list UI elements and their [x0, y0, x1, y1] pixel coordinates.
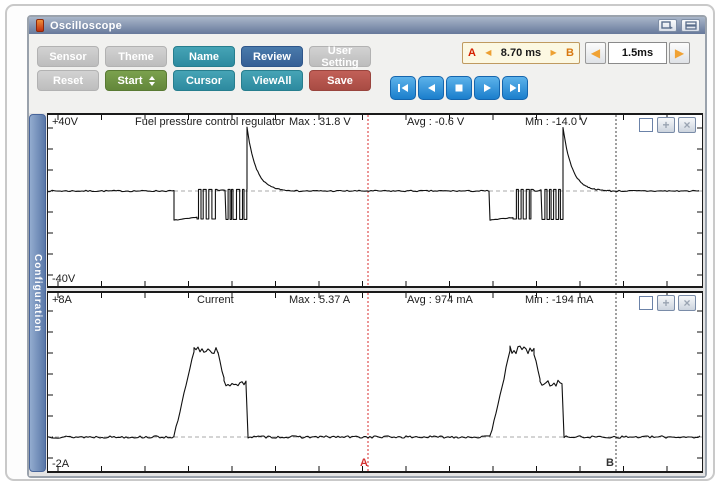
tile-windows-button[interactable]: [681, 19, 700, 32]
configuration-tab[interactable]: Configuration: [29, 114, 46, 472]
channel-2-min: Min : -194 mA: [525, 294, 593, 306]
left-arrow-icon: ◀: [591, 47, 600, 59]
transport-controls: [390, 76, 528, 100]
channel-2-bottom-scale: -2A: [52, 458, 69, 470]
skip-end-icon: [506, 81, 524, 95]
channel-2-top-scale: +8A: [52, 294, 72, 306]
popout-window-icon: [661, 21, 674, 30]
start-button[interactable]: Start: [105, 70, 167, 91]
save-button[interactable]: Save: [309, 70, 371, 91]
channel-1-title: Fuel pressure control regulator: [135, 116, 285, 128]
channel-1-min: Min : -14.0 V: [525, 116, 587, 128]
channel-1-panel: +40V Fuel pressure control regulator Max…: [47, 113, 703, 288]
channel-2-avg: Avg : 974 mA: [407, 294, 473, 306]
cursor-a-label[interactable]: A: [360, 457, 368, 469]
reset-button[interactable]: Reset: [37, 70, 99, 91]
step-back-button[interactable]: [418, 76, 444, 100]
play-backward-icon: [422, 81, 440, 95]
channel-1-top-scale: +40V: [52, 116, 78, 128]
cursor-b-label[interactable]: B: [606, 457, 614, 469]
channel-2-title: Current: [197, 294, 234, 306]
viewall-button[interactable]: ViewAll: [241, 70, 303, 91]
timebase-increase-button[interactable]: ▶: [669, 42, 690, 64]
channel-1-max: Max : 31.8 V: [289, 116, 351, 128]
skip-to-end-button[interactable]: [502, 76, 528, 100]
start-spinner-icon: [149, 76, 155, 86]
stop-icon: [450, 81, 468, 95]
channel-2-close-button[interactable]: ×: [678, 295, 696, 311]
channel-2-max: Max : 5.37 A: [289, 294, 350, 306]
start-button-label: Start: [117, 75, 142, 87]
channel-1-select-checkbox[interactable]: [639, 118, 653, 132]
oscilloscope-window: Oscilloscope Sensor Theme Name Review Us…: [27, 15, 707, 478]
timebase-value: 1.5ms: [608, 42, 667, 64]
ab-delta-time: 8.70 ms: [501, 47, 541, 59]
channel-2-zoom-button[interactable]: +: [657, 295, 675, 311]
skip-to-start-button[interactable]: [390, 76, 416, 100]
popout-window-button[interactable]: [658, 19, 677, 32]
play-icon: [478, 81, 496, 95]
channel-1-plot[interactable]: [48, 115, 702, 286]
play-button[interactable]: [474, 76, 500, 100]
name-button[interactable]: Name: [173, 46, 235, 67]
window-title: Oscilloscope: [50, 20, 122, 32]
review-button[interactable]: Review: [241, 46, 303, 67]
user-setting-button[interactable]: User Setting: [309, 46, 371, 67]
channel-2-select-checkbox[interactable]: [639, 296, 653, 310]
theme-button[interactable]: Theme: [105, 46, 167, 67]
cursor-b-tag: B: [566, 47, 574, 59]
toolbar: Sensor Theme Name Review User Setting Re…: [29, 34, 705, 113]
app-icon: [36, 19, 44, 32]
channel-1-zoom-button[interactable]: +: [657, 117, 675, 133]
right-arrow-icon: ▶: [675, 47, 684, 59]
a-left-arrow-icon[interactable]: ◀: [485, 49, 491, 57]
sensor-button[interactable]: Sensor: [37, 46, 99, 67]
channel-2-panel: +8A Current Max : 5.37 A Avg : 974 mA Mi…: [47, 291, 703, 473]
stop-button[interactable]: [446, 76, 472, 100]
cursor-button[interactable]: Cursor: [173, 70, 235, 91]
channel-1-close-button[interactable]: ×: [678, 117, 696, 133]
titlebar: Oscilloscope: [29, 17, 705, 35]
ab-time-readout: A ◀ 8.70 ms ▶ B: [462, 42, 580, 64]
skip-start-icon: [394, 81, 412, 95]
scope-area: Configuration +40V Fuel pressure control…: [29, 113, 705, 476]
timebase-decrease-button[interactable]: ◀: [585, 42, 606, 64]
channel-1-bottom-scale: -40V: [52, 273, 75, 285]
channel-1-avg: Avg : -0.6 V: [407, 116, 464, 128]
plots-container: +40V Fuel pressure control regulator Max…: [47, 113, 703, 476]
configuration-tab-label: Configuration: [32, 254, 43, 333]
b-right-arrow-icon[interactable]: ▶: [551, 49, 557, 57]
cursor-a-tag: A: [468, 47, 476, 59]
channel-2-plot[interactable]: [48, 293, 702, 471]
tile-windows-icon: [685, 21, 697, 30]
